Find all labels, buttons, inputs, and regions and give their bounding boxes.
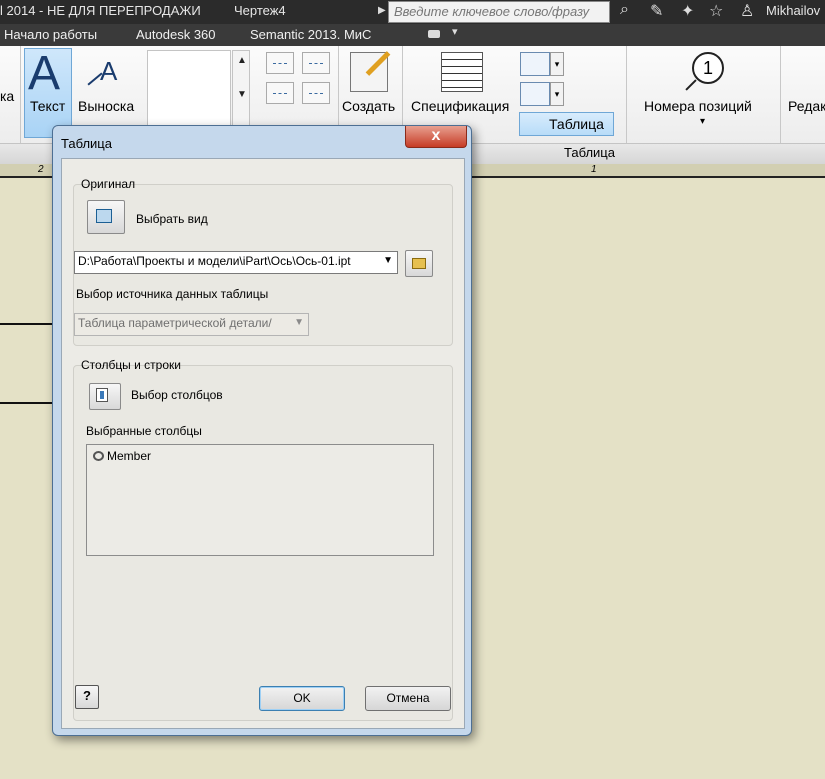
data-source-label: Выбор источника данных таблицы: [76, 287, 269, 301]
parts-list-icon[interactable]: [441, 52, 483, 92]
panel-table-title: Таблица: [564, 145, 615, 160]
browse-button[interactable]: [405, 250, 433, 277]
text-style-gallery[interactable]: [147, 50, 231, 130]
sketch-dual-line-button[interactable]: [302, 52, 330, 74]
ruler-zone-left: 2: [38, 164, 44, 175]
menu-semantic[interactable]: Semantic 2013. МиС: [250, 27, 371, 42]
scroll-down-icon[interactable]: ▼: [237, 89, 247, 100]
dialog-title: Таблица: [61, 136, 112, 151]
center-mark-button[interactable]: [266, 82, 294, 104]
document-title: Чертеж4: [234, 3, 286, 18]
general-table-dropdown[interactable]: ▾: [550, 82, 564, 106]
satellite-icon[interactable]: ✦: [681, 1, 694, 21]
balloon-leader-icon: [685, 79, 697, 91]
gallery-scroller[interactable]: ▲ ▼: [232, 50, 250, 130]
select-view-label: Выбрать вид: [136, 212, 208, 226]
original-group-title: Оригинал: [81, 177, 136, 191]
close-button[interactable]: x: [405, 126, 467, 148]
search-input[interactable]: Введите ключевое слово/фразу: [388, 1, 610, 23]
text-button-label: Текст: [30, 98, 66, 114]
sketch-line-button[interactable]: [266, 52, 294, 74]
selected-columns-label: Выбранные столбцы: [86, 424, 202, 438]
balloon-button-label[interactable]: Номера позиций: [644, 98, 752, 114]
text-icon: A: [28, 47, 61, 100]
menu-bar: Начало работы Autodesk 360 Semantic 2013…: [0, 24, 825, 46]
file-path-value: D:\Работа\Проекты и модели\iPart\Ось\Ось…: [78, 254, 351, 268]
cancel-button[interactable]: Отмена: [365, 686, 451, 711]
quick-access-icon[interactable]: [426, 25, 458, 41]
columns-group-title: Столбцы и строки: [81, 358, 181, 372]
help-button[interactable]: ?: [75, 685, 99, 709]
chevron-down-icon[interactable]: ▼: [383, 255, 393, 266]
search-expand-icon[interactable]: ▶: [378, 5, 386, 16]
create-icon[interactable]: [350, 52, 388, 92]
revision-table-button[interactable]: [520, 52, 550, 76]
drawing-line: [0, 323, 60, 325]
general-table-button[interactable]: [520, 82, 550, 106]
select-columns-label: Выбор столбцов: [131, 388, 223, 402]
title-bar: l 2014 - НЕ ДЛЯ ПЕРЕПРОДАЖИ Чертеж4 ▶ Вв…: [0, 0, 825, 24]
parts-list-label[interactable]: Спецификация: [411, 98, 509, 114]
ribbon-right-cut-label[interactable]: Редак: [788, 98, 825, 114]
leader-icon: A: [100, 56, 118, 86]
app-title: l 2014 - НЕ ДЛЯ ПЕРЕПРОДАЖИ: [0, 3, 201, 18]
list-item[interactable]: Member: [93, 449, 151, 463]
select-view-button[interactable]: [87, 200, 125, 234]
ribbon-left-cut-label: ка: [0, 88, 15, 104]
star-icon[interactable]: ☆: [709, 1, 723, 21]
dialog-body: Оригинал Выбрать вид D:\Работа\Проекты и…: [61, 158, 465, 729]
balloon-dropdown-icon[interactable]: ▾: [700, 116, 705, 127]
create-button-label[interactable]: Создать: [342, 98, 395, 114]
user-name[interactable]: Mikhailov: [766, 3, 820, 18]
chevron-down-icon[interactable]: ▼: [294, 317, 304, 328]
user-icon[interactable]: ♙: [740, 1, 754, 21]
table-button-label[interactable]: Таблица: [549, 116, 604, 132]
select-columns-button[interactable]: [89, 383, 121, 410]
column-name: Member: [107, 449, 152, 463]
revision-table-dropdown[interactable]: ▾: [550, 52, 564, 76]
menu-autodesk-360[interactable]: Autodesk 360: [136, 27, 216, 42]
key-icon: [93, 451, 104, 461]
folder-icon: [412, 258, 426, 269]
ok-button[interactable]: OK: [259, 686, 345, 711]
ruler-zone-right: 1: [591, 164, 597, 175]
menu-getting-started[interactable]: Начало работы: [4, 27, 97, 42]
drawing-line: [0, 402, 60, 404]
center-pattern-button[interactable]: [302, 82, 330, 104]
leader-button-label[interactable]: Выноска: [78, 98, 134, 114]
file-path-combo[interactable]: D:\Работа\Проекты и модели\iPart\Ось\Ось…: [74, 251, 398, 274]
balloon-icon[interactable]: 1: [692, 52, 724, 84]
select-view-icon: [96, 209, 112, 223]
selected-columns-list[interactable]: Member: [86, 444, 434, 556]
data-source-value: Таблица параметрической детали/: [78, 316, 272, 330]
scroll-up-icon[interactable]: ▲: [237, 55, 247, 66]
binoculars-icon[interactable]: ⌕: [620, 1, 629, 19]
wrench-icon[interactable]: ✎: [650, 1, 663, 21]
table-dialog: Таблица x Оригинал Выбрать вид D:\Работа…: [52, 125, 472, 736]
select-columns-icon: [96, 388, 108, 402]
data-source-combo[interactable]: Таблица параметрической детали/ ▼: [74, 313, 309, 336]
